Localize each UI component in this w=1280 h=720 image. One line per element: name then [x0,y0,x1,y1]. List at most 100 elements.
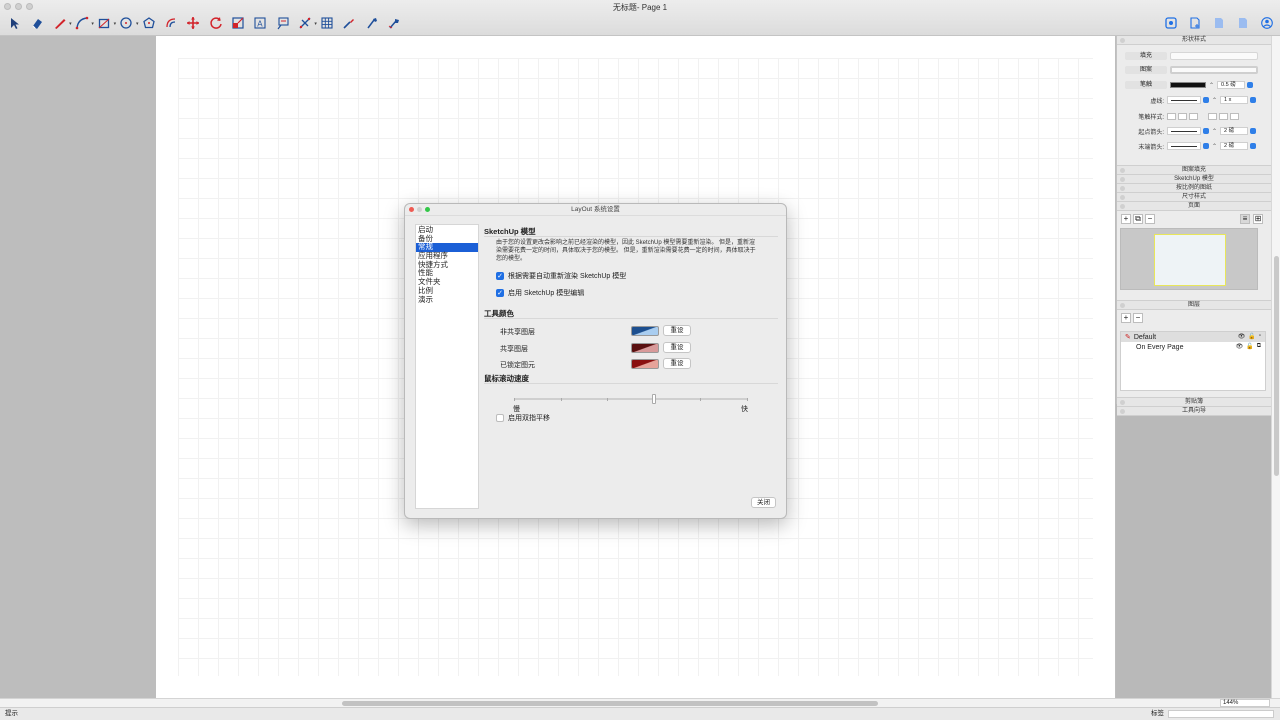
measurements-field[interactable] [1168,710,1274,718]
start-arrow-dropdown[interactable] [1203,128,1209,134]
visibility-eye-icon[interactable]: 👁 [1238,333,1246,340]
user-account-icon[interactable] [1258,14,1276,32]
end-arrow-size-field[interactable]: 2 磅 [1220,142,1249,150]
cap-style-1-icon[interactable] [1167,112,1176,120]
two-finger-pan-checkbox[interactable] [496,414,504,422]
panel-dot-icon[interactable] [1120,195,1125,200]
panel-dot-icon[interactable] [1120,186,1125,191]
tool-color-well[interactable] [631,359,659,369]
dimension-tool-icon[interactable]: ▾ [296,14,317,32]
panel-dot-icon[interactable] [1120,409,1125,414]
sketchup-model-header[interactable]: SketchUp 模型 [1117,175,1271,184]
list-view-icon[interactable]: ≡ [1240,214,1250,224]
reset-color-button[interactable]: 重设 [663,341,691,353]
shape-style-header[interactable]: 形状样式 [1117,36,1271,45]
stroke-weight-stepper[interactable]: ⌃ [1209,82,1214,89]
label-tool-icon[interactable] [274,14,292,32]
text-tool-icon[interactable]: A [251,14,269,32]
split-tool-icon[interactable] [385,14,403,32]
join-style-2-icon[interactable] [1219,112,1228,120]
layer-row-default[interactable]: ✎ Default 👁 🔓 ▫ [1121,332,1265,342]
delete-layer-minus-icon[interactable]: − [1133,313,1143,323]
layers-header[interactable]: 图层 [1117,301,1271,310]
tool-dropdown-icon[interactable]: ▾ [114,21,117,27]
start-arrow-select[interactable] [1167,127,1201,135]
tool-color-well[interactable] [631,326,659,336]
rotate-tool-icon[interactable] [207,14,225,32]
end-arrow-select[interactable] [1167,142,1201,150]
layer-name[interactable]: On Every Page [1136,344,1183,351]
dash-scale-stepper[interactable]: ⌃ [1212,97,1217,104]
tool-dropdown-icon[interactable]: ▾ [314,21,317,27]
cap-style-2-icon[interactable] [1178,112,1187,120]
shared-layer-icon[interactable]: ▫ [1259,333,1261,340]
page-thumbnail[interactable] [1154,234,1226,286]
tool-dropdown-icon[interactable]: ▾ [69,21,72,27]
nav-item[interactable]: 演示 [416,295,478,305]
rectangle-tool-icon[interactable]: ▾ [95,14,116,32]
panel-close-dot-icon[interactable] [1120,38,1125,43]
presentation-icon[interactable] [1162,14,1180,32]
stroke-cap-buttons[interactable] [1167,112,1198,120]
delete-page-minus-icon[interactable]: − [1145,214,1155,224]
vertical-scroll-thumb[interactable] [1274,256,1279,476]
dialog-close-dot[interactable] [409,207,414,212]
eyedropper-icon[interactable] [340,14,358,32]
cap-style-3-icon[interactable] [1189,112,1198,120]
scaled-drawing-header[interactable]: 按比例的图纸 [1117,184,1271,193]
layer-name[interactable]: Default [1134,334,1156,341]
paint-style-icon[interactable] [363,14,381,32]
end-arrow-size-dropdown[interactable] [1250,143,1257,149]
two-finger-pan-option[interactable]: 启用双指平移 [496,413,550,423]
fill-toggle[interactable]: 填充 [1125,52,1167,60]
dash-scale-dropdown[interactable] [1250,97,1257,103]
zoom-field[interactable]: 144% [1220,699,1270,707]
next-page-icon[interactable] [1234,14,1252,32]
table-tool-icon[interactable] [318,14,336,32]
stroke-toggle[interactable]: 笔触 [1125,81,1167,89]
add-page-plus-icon[interactable]: + [1121,214,1131,224]
fill-color-well[interactable] [1170,52,1258,60]
reset-color-button[interactable]: 重设 [663,325,691,336]
eraser-icon[interactable] [28,14,46,32]
duplicate-page-icon[interactable]: ⧉ [1133,214,1143,224]
end-arrow-stepper[interactable]: ⌃ [1212,143,1217,150]
panel-dot-icon[interactable] [1120,303,1125,308]
panel-dot-icon[interactable] [1120,177,1125,182]
horizontal-scroll-thumb[interactable] [342,701,878,706]
vertical-scrollbar[interactable] [1271,36,1280,698]
join-style-1-icon[interactable] [1208,112,1217,120]
shared-layer-icon[interactable]: ⧉ [1257,343,1261,350]
select-arrow-icon[interactable] [6,14,24,32]
auto-rerender-checkbox[interactable]: ✓ [496,272,504,280]
tool-dropdown-icon[interactable]: ▾ [91,21,94,27]
move-tool-icon[interactable] [184,14,202,32]
enable-model-editing-option[interactable]: ✓ 启用 SketchUp 模型编辑 [496,288,584,298]
horizontal-scrollbar[interactable]: 144% [0,698,1280,707]
panel-dot-icon[interactable] [1120,204,1125,209]
line-pencil-icon[interactable]: ▾ [51,14,72,32]
dash-dropdown[interactable] [1203,97,1209,103]
add-page-icon[interactable] [1186,14,1204,32]
scroll-speed-slider[interactable] [514,394,748,404]
dimension-style-header[interactable]: 尺寸样式 [1117,193,1271,202]
dialog-minimize-dot[interactable] [417,207,422,212]
lock-icon[interactable]: 🔓 [1246,343,1253,350]
tool-color-well[interactable] [631,342,659,353]
close-button[interactable]: 关闭 [751,497,776,508]
dialog-zoom-dot[interactable] [425,207,430,212]
stroke-weight-field[interactable]: 0.5 磅 [1217,81,1246,89]
polygon-tool-icon[interactable] [140,14,158,32]
dash-style-select[interactable] [1167,96,1201,104]
stroke-join-buttons[interactable] [1208,112,1239,120]
start-arrow-size-field[interactable]: 2 磅 [1220,127,1249,135]
end-arrow-dropdown[interactable] [1203,143,1209,149]
pattern-well[interactable] [1170,66,1258,74]
lock-icon[interactable]: 🔓 [1248,333,1255,340]
slider-knob[interactable] [652,394,657,404]
instructor-header[interactable]: 工具向导 [1117,407,1271,416]
enable-model-editing-checkbox[interactable]: ✓ [496,289,504,297]
layer-row-on-every-page[interactable]: On Every Page 👁 🔓 ⧉ [1121,342,1265,352]
arc-tool-icon[interactable]: ▾ [73,14,94,32]
scrapbooks-header[interactable]: 剪贴簿 [1117,398,1271,407]
